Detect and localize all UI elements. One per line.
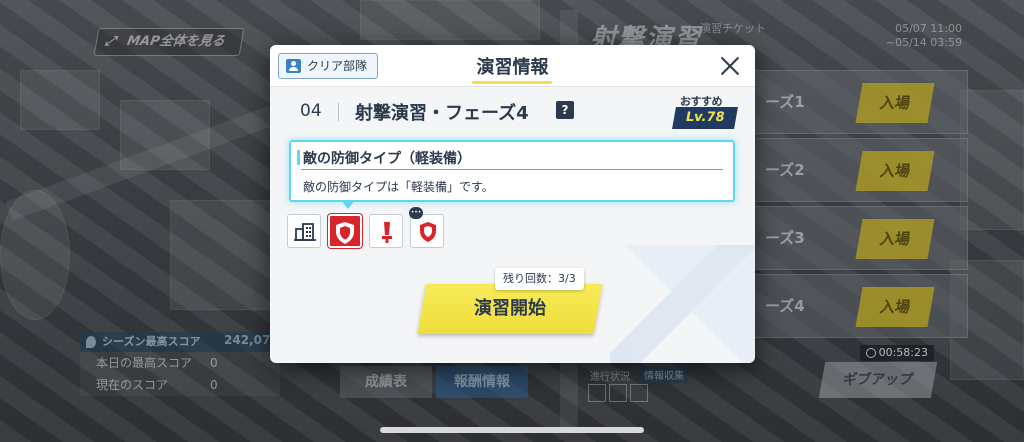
defense-type-icon[interactable] [409,207,444,248]
tooltip-pointer [341,200,355,209]
tooltip-title: 敵の防御タイプ（軽装備） [303,151,471,167]
ticket-label: 演習チケット [700,22,766,35]
recommend-level-value: Lv.78 [672,107,738,129]
stage-divider [338,103,339,121]
enter-button[interactable]: 入場 [855,83,935,123]
attack-type-icon[interactable] [369,214,403,248]
date-start: 05/07 11:00 [895,22,962,35]
bg-building [20,70,100,130]
results-button[interactable]: 成績表 [340,366,432,398]
progress-box [630,384,648,402]
start-exercise-button[interactable]: 演習開始 [417,284,603,334]
current-score-row: 現在のスコア 0 [80,374,280,396]
enter-button[interactable]: 入場 [855,151,935,191]
progress-status-label: 進行状況 [590,372,630,383]
phase-row: ーズ1 入場 [740,70,968,134]
modal-title: 演習情報 [476,57,549,78]
event-date-range: 05/07 11:00 ~05/14 03:59 [886,22,962,50]
bg-building [960,90,1024,230]
today-best-label: 本日の最高スコア [96,356,193,370]
bg-building [170,200,270,310]
tooltip-description: 敵の防御タイプは「軽装備」です。 [303,180,494,194]
progress-box [588,384,606,402]
stage-row: 04 射撃演習・フェーズ4 ? おすすめ Lv.78 [270,87,755,137]
give-up-button[interactable]: ギブアップ [818,362,938,398]
bg-building [360,0,540,40]
phase-name: ーズ1 [765,93,805,111]
stage-name: 射撃演習・フェーズ4 [355,103,529,124]
expand-arrows-icon: ⤢ [103,34,117,49]
reward-info-button[interactable]: 報酬情報 [436,366,528,398]
clock-icon [866,348,876,358]
help-icon[interactable]: ? [556,101,574,119]
today-best-row: 本日の最高スコア 0 [80,352,280,374]
recommended-level: おすすめ Lv.78 [672,93,738,133]
progress-status-tag: 情報収集 [640,366,688,383]
tooltip-accent-bar [297,150,300,165]
enter-button[interactable]: 入場 [855,219,935,259]
phase-row: ーズ2 入場 [740,138,968,202]
date-end: ~05/14 03:59 [885,36,962,49]
title-underline [472,81,552,84]
bg-stadium [0,190,70,320]
phase-name: ーズ3 [765,229,805,247]
today-best-value: 0 [210,356,218,370]
phase-row: ーズ3 入場 [740,206,968,270]
progress-box [609,384,627,402]
timer-value: 00:58:23 [878,346,928,359]
current-score-value: 0 [210,378,218,392]
home-indicator[interactable] [380,427,644,433]
stage-number: 04 [300,101,322,121]
defense-type-tooltip: 敵の防御タイプ（軽装備） 敵の防御タイプは「軽装備」です。 [289,140,735,202]
bg-building [120,100,210,170]
phase-name: ーズ2 [765,161,805,179]
close-icon[interactable] [715,51,745,81]
shield-icon[interactable] [328,214,362,248]
enter-button[interactable]: 入場 [855,287,935,327]
progress-boxes [588,384,651,406]
building-icon[interactable] [287,214,321,248]
tooltip-divider [301,169,723,170]
phase-row: ーズ4 入場 [740,274,968,338]
phase-list: ーズ1 入場 ーズ2 入場 ーズ3 入場 ーズ4 入場 [740,70,968,342]
start-exercise-label: 演習開始 [474,298,546,319]
current-score-label: 現在のスコア [96,378,169,392]
season-score-label: シーズン最高スコア [102,335,201,348]
modal-decoration [610,245,755,363]
remaining-attempts: 残り回数：3/3 [495,268,584,290]
phase-name: ーズ4 [765,297,805,315]
timer: 00:58:23 [860,345,934,361]
map-view-button[interactable]: ⤢ MAP全体を見る [93,28,244,56]
map-view-label: MAP全体を見る [125,34,226,49]
location-pin-icon [86,336,96,348]
modal-header: クリア部隊 演習情報 [270,45,755,87]
